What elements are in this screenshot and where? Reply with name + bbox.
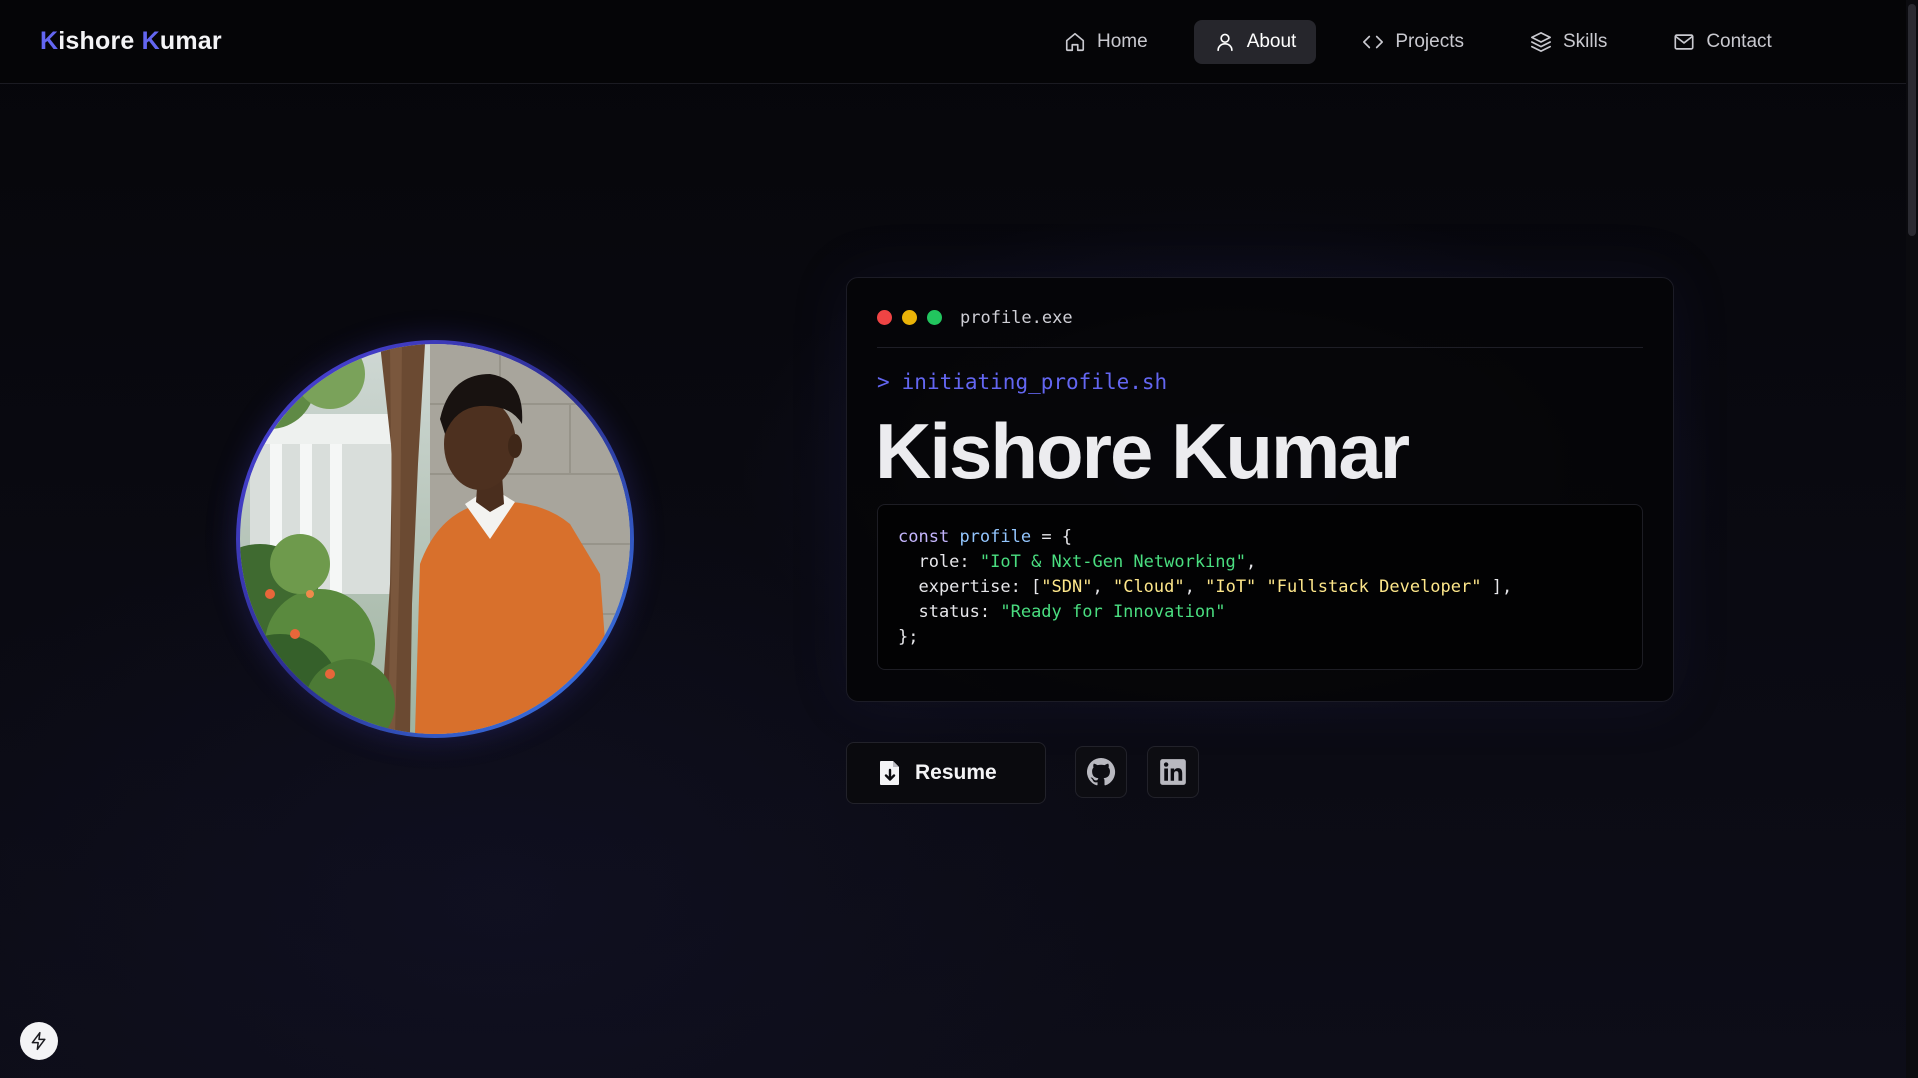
code-text: = { bbox=[1031, 527, 1073, 547]
terminal-command-line: > initiating_profile.sh bbox=[877, 370, 1167, 394]
nav-item-home[interactable]: Home bbox=[1044, 20, 1168, 64]
resume-label: Resume bbox=[915, 761, 997, 784]
code-text: , bbox=[1092, 577, 1113, 597]
code-text: , bbox=[1246, 552, 1257, 572]
code-text: expertise: [ bbox=[898, 577, 1042, 597]
github-icon bbox=[1086, 757, 1116, 786]
code-text: ], bbox=[1481, 577, 1513, 597]
code-text: status: bbox=[898, 602, 1001, 622]
linkedin-button[interactable] bbox=[1147, 746, 1199, 798]
brand-initial-last: K bbox=[141, 27, 160, 55]
mail-icon bbox=[1674, 34, 1694, 50]
window-minimize-dot bbox=[902, 310, 917, 325]
code-variable: profile bbox=[959, 527, 1032, 547]
code-string: "Fullstack Developer" bbox=[1266, 577, 1482, 597]
nav-item-about[interactable]: About bbox=[1193, 20, 1317, 64]
brand-initial-first: K bbox=[40, 27, 59, 55]
page-title: Kishore Kumar bbox=[875, 407, 1410, 495]
nav-label-skills: Skills bbox=[1562, 31, 1608, 52]
linkedin-icon bbox=[1160, 759, 1186, 785]
resume-button[interactable]: Resume bbox=[846, 742, 1046, 804]
nav-item-projects[interactable]: Projects bbox=[1342, 20, 1484, 64]
layers-icon bbox=[1530, 32, 1551, 52]
code-string: "IoT" bbox=[1205, 577, 1257, 597]
prompt-symbol: > bbox=[877, 370, 890, 394]
profile-photo bbox=[240, 344, 630, 734]
floating-action-button[interactable] bbox=[20, 1022, 58, 1060]
code-keyword: const bbox=[898, 527, 950, 547]
nav-label-about: About bbox=[1246, 31, 1297, 52]
window-maximize-dot bbox=[927, 310, 942, 325]
profile-photo-frame bbox=[236, 340, 634, 738]
nav-links: Home About Projects Skills Contact bbox=[1044, 20, 1818, 64]
profile-photo-illustration bbox=[240, 344, 630, 734]
user-icon bbox=[1216, 33, 1233, 52]
lightning-icon bbox=[31, 1031, 46, 1051]
scrollbar-thumb[interactable] bbox=[1908, 4, 1916, 236]
code-text: role: bbox=[898, 552, 980, 572]
brand-last-rest: umar bbox=[159, 27, 222, 55]
brand-first-rest: ishore bbox=[58, 27, 142, 55]
code-text: }; bbox=[898, 627, 919, 647]
top-navbar: Kishore Kumar Home About Projects Skills… bbox=[0, 0, 1906, 84]
code-icon bbox=[1363, 35, 1384, 49]
nav-label-home: Home bbox=[1097, 31, 1148, 52]
code-string: "Cloud" bbox=[1112, 577, 1185, 597]
github-button[interactable] bbox=[1075, 746, 1127, 798]
brand-logo[interactable]: Kishore Kumar bbox=[40, 27, 222, 56]
home-icon bbox=[1065, 32, 1085, 52]
code-block: const profile = { role: "IoT & Nxt-Gen N… bbox=[877, 504, 1643, 670]
terminal-title: profile.exe bbox=[960, 308, 1073, 328]
code-string: "IoT & Nxt-Gen Networking" bbox=[979, 552, 1246, 572]
nav-label-contact: Contact bbox=[1706, 31, 1772, 52]
nav-label-projects: Projects bbox=[1395, 31, 1464, 52]
file-download-icon bbox=[880, 761, 899, 785]
window-close-dot bbox=[877, 310, 892, 325]
terminal-titlebar: profile.exe bbox=[877, 304, 1643, 348]
code-text: , bbox=[1184, 577, 1206, 597]
code-string: "Ready for Innovation" bbox=[1000, 602, 1226, 622]
nav-item-contact[interactable]: Contact bbox=[1653, 20, 1791, 64]
terminal-command: initiating_profile.sh bbox=[901, 370, 1168, 394]
profile-terminal-card: profile.exe > initiating_profile.sh Kisho… bbox=[846, 277, 1674, 702]
code-string: "SDN" bbox=[1041, 577, 1093, 597]
nav-item-skills[interactable]: Skills bbox=[1510, 20, 1627, 64]
scrollbar-track[interactable] bbox=[1906, 0, 1918, 1078]
